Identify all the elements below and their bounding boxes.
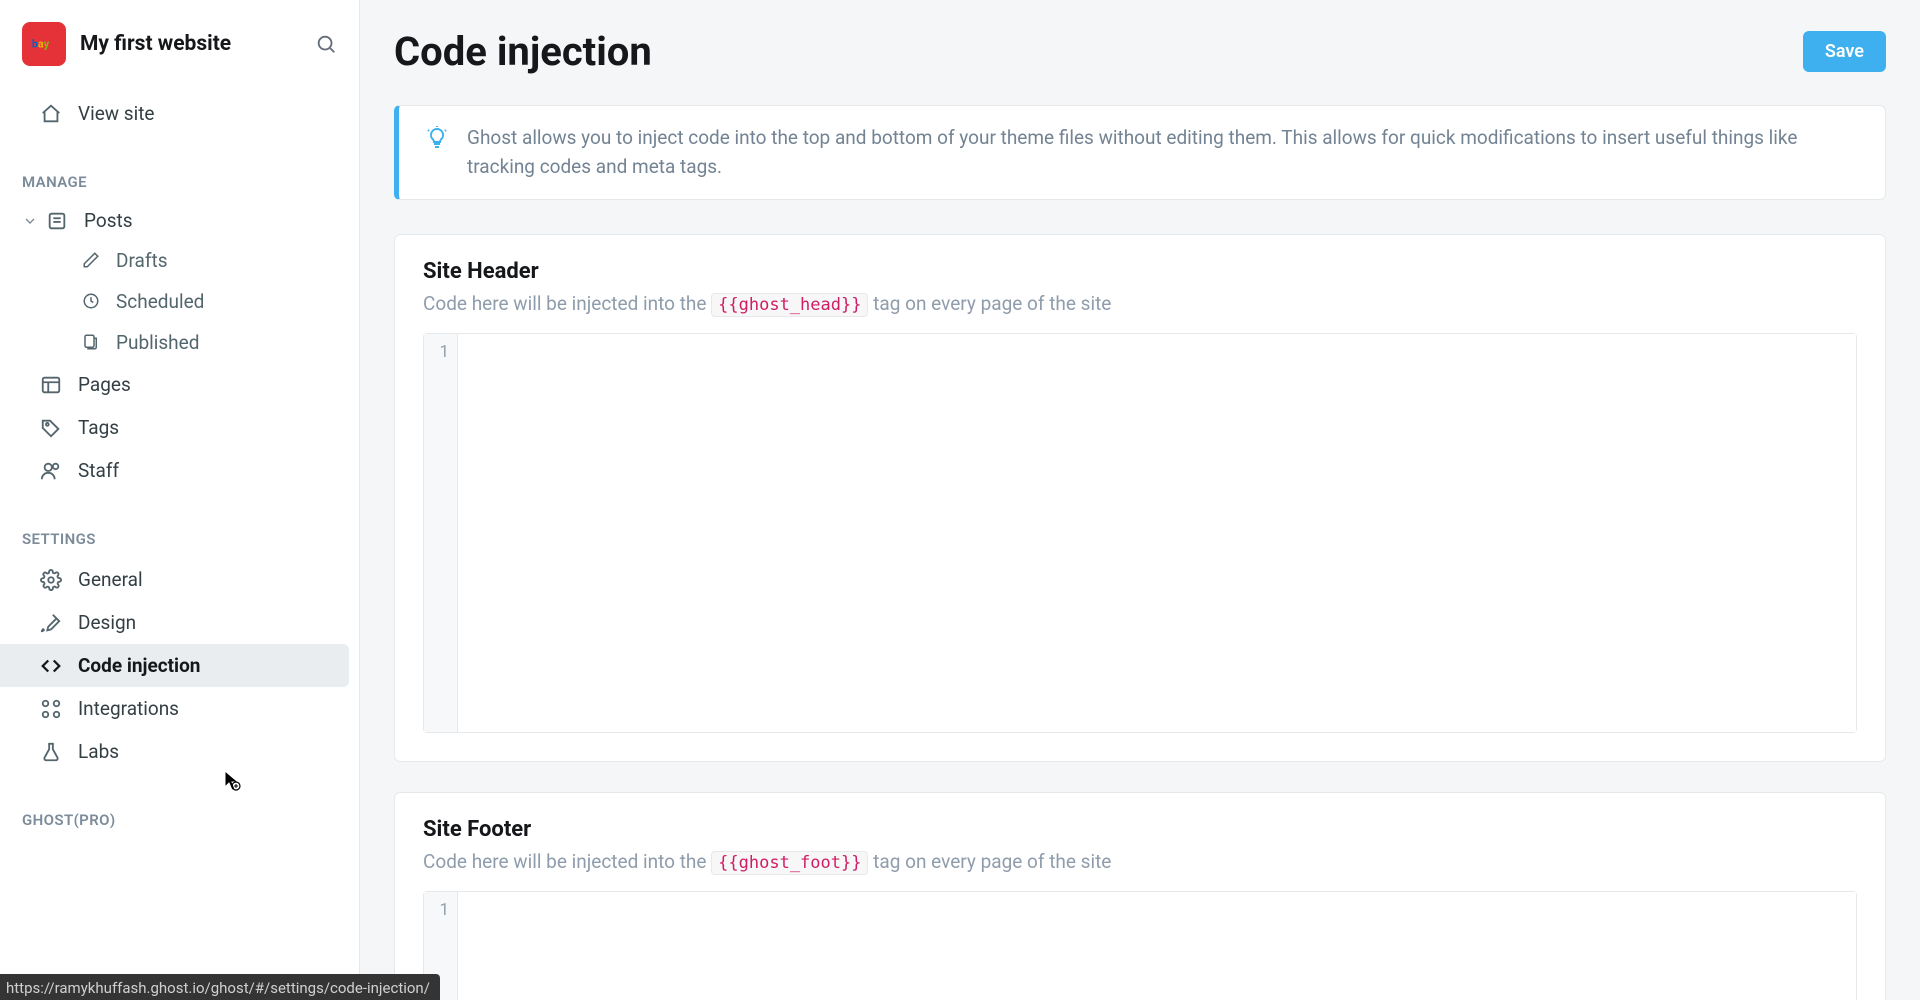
sidebar-item-pages[interactable]: Pages <box>0 363 349 406</box>
sidebar-item-label: Integrations <box>78 697 179 720</box>
sidebar-item-label: Staff <box>78 459 119 482</box>
svg-text:ebay: ebay <box>26 38 50 51</box>
group-settings: SETTINGS <box>0 530 359 548</box>
card-description: Code here will be injected into the {{gh… <box>423 292 1857 315</box>
published-icon <box>82 333 102 353</box>
sidebar-item-published[interactable]: Published <box>0 322 359 363</box>
line-gutter: 1 <box>424 334 458 732</box>
code-icon <box>40 655 62 677</box>
sidebar-item-label: General <box>78 568 143 591</box>
group-manage: MANAGE <box>0 173 359 191</box>
sidebar-item-staff[interactable]: Staff <box>0 449 349 492</box>
card-title: Site Header <box>423 259 1857 284</box>
brush-icon <box>40 612 62 634</box>
flask-icon <box>40 741 62 763</box>
card-description: Code here will be injected into the {{gh… <box>423 850 1857 873</box>
save-button[interactable]: Save <box>1803 31 1886 72</box>
page-title: Code injection <box>394 28 652 75</box>
site-title[interactable]: My first website <box>80 32 315 56</box>
header-code-editor: 1 <box>423 333 1857 733</box>
site-footer-card: Site Footer Code here will be injected i… <box>394 792 1886 1000</box>
posts-icon <box>46 210 68 232</box>
info-callout: Ghost allows you to inject code into the… <box>394 105 1886 200</box>
sidebar-item-label: Posts <box>84 209 133 232</box>
browser-status-bar: https://ramykhuffash.ghost.io/ghost/#/se… <box>0 974 440 1000</box>
sidebar-item-label: Scheduled <box>116 290 204 313</box>
sidebar-item-label: Code injection <box>78 654 200 677</box>
sidebar-item-label: Drafts <box>116 249 168 272</box>
integrations-icon <box>40 698 62 720</box>
sidebar-item-view-site[interactable]: View site <box>0 92 349 135</box>
sidebar-item-posts[interactable]: Posts <box>0 201 359 240</box>
chevron-down-icon <box>22 213 40 229</box>
pencil-icon <box>82 251 102 271</box>
sidebar-item-general[interactable]: General <box>0 558 349 601</box>
ghost-foot-tag: {{ghost_foot}} <box>711 851 868 875</box>
sidebar-item-code-injection[interactable]: Code injection <box>0 644 349 687</box>
sidebar-item-integrations[interactable]: Integrations <box>0 687 349 730</box>
sidebar-item-label: Tags <box>78 416 119 439</box>
home-icon <box>40 103 62 125</box>
sidebar-item-scheduled[interactable]: Scheduled <box>0 281 359 322</box>
site-logo[interactable]: ebay <box>22 22 66 66</box>
footer-code-editor: 1 <box>423 891 1857 1000</box>
info-text: Ghost allows you to inject code into the… <box>467 124 1859 181</box>
card-title: Site Footer <box>423 817 1857 842</box>
search-icon[interactable] <box>315 33 337 55</box>
sidebar-item-label: Design <box>78 611 136 634</box>
sidebar-item-label: Published <box>116 331 199 354</box>
sidebar-item-drafts[interactable]: Drafts <box>0 240 359 281</box>
sidebar-item-labs[interactable]: Labs <box>0 730 349 773</box>
clock-icon <box>82 292 102 312</box>
sidebar-item-label: Labs <box>78 740 119 763</box>
sidebar: ebay My first website View site MANAGE P… <box>0 0 360 1000</box>
sidebar-item-label: View site <box>78 102 155 125</box>
tag-icon <box>40 417 62 439</box>
ghost-head-tag: {{ghost_head}} <box>711 293 868 317</box>
sidebar-header: ebay My first website <box>0 22 359 92</box>
header-code-textarea[interactable] <box>458 334 1856 732</box>
ebay-logo-icon: ebay <box>26 35 62 53</box>
group-ghostpro: GHOST(PRO) <box>0 811 359 829</box>
lightbulb-icon <box>425 126 449 150</box>
pages-icon <box>40 374 62 396</box>
sidebar-item-tags[interactable]: Tags <box>0 406 349 449</box>
sidebar-item-design[interactable]: Design <box>0 601 349 644</box>
footer-code-textarea[interactable] <box>458 892 1856 1000</box>
main: Code injection Save Ghost allows you to … <box>360 0 1920 1000</box>
sidebar-item-label: Pages <box>78 373 131 396</box>
gear-icon <box>40 569 62 591</box>
staff-icon <box>40 460 62 482</box>
main-header: Code injection Save <box>394 28 1886 75</box>
site-header-card: Site Header Code here will be injected i… <box>394 234 1886 762</box>
